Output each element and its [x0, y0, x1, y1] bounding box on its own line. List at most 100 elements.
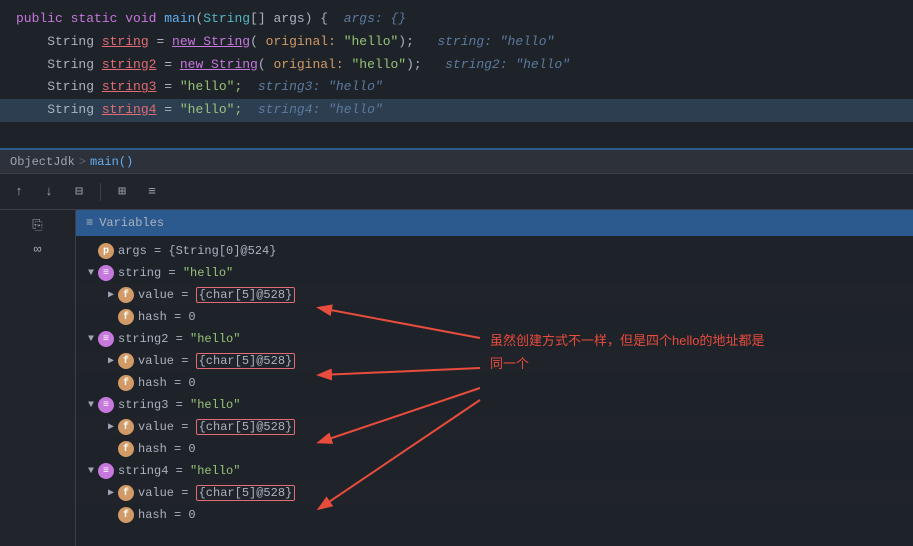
var-text-string2: string2 = "hello"	[118, 332, 240, 346]
var-icon-string4: ≡	[98, 463, 114, 479]
var-icon-string2-hash: f	[118, 375, 134, 391]
inline-comment-string3: string3: "hello"	[258, 77, 383, 98]
str-hello4: "hello";	[180, 100, 242, 121]
var-icon-string-hash: f	[118, 309, 134, 325]
var-string: string	[102, 32, 149, 53]
param-original2: original:	[273, 55, 351, 76]
var-row-string2-hash[interactable]: f hash = 0	[76, 372, 913, 394]
var-row-string-value[interactable]: ▶ f value = {char[5]@528}	[76, 284, 913, 306]
var-text-string3-value: value = {char[5]@528}	[138, 420, 295, 434]
var-row-string2-value[interactable]: ▶ f value = {char[5]@528}	[76, 350, 913, 372]
variables-header: ≡ Variables	[76, 210, 913, 236]
code-editor: public static void main ( String [] args…	[0, 0, 913, 150]
var-text-string3: string3 = "hello"	[118, 398, 240, 412]
code-space4	[242, 100, 258, 121]
toolbar-separator	[100, 183, 101, 201]
code-line-1: public static void main ( String [] args…	[0, 8, 913, 31]
var-row-string[interactable]: ▼ ≡ string = "hello"	[76, 262, 913, 284]
toolbar: ↑ ↓ ⊟ ⊞ ≡	[0, 174, 913, 210]
str-hello3: "hello";	[180, 77, 258, 98]
code-indent: String	[16, 32, 102, 53]
var-text-string4-value: value = {char[5]@528}	[138, 486, 295, 500]
variables-content[interactable]: ≡ Variables p args = {String[0]@524} ▼ ≡…	[76, 210, 913, 546]
var-icon-p: p	[98, 243, 114, 259]
var-text-string-value: value = {char[5]@528}	[138, 288, 295, 302]
type-string: String	[203, 9, 250, 30]
main-container: public static void main ( String [] args…	[0, 0, 913, 546]
var-row-string3-value[interactable]: ▶ f value = {char[5]@528}	[76, 416, 913, 438]
code-line-5: String string4 = "hello"; string4: "hell…	[0, 99, 913, 122]
param-original: original:	[266, 32, 344, 53]
var-text-string4-hash: hash = 0	[138, 508, 196, 522]
expand-arrow-string3-value[interactable]: ▶	[104, 420, 118, 434]
var-string2: string2	[102, 55, 157, 76]
keyword-static: static	[71, 9, 126, 30]
var-icon-string4-value: f	[118, 485, 134, 501]
str-hello1: "hello"	[344, 32, 399, 53]
keyword-void: void	[125, 9, 164, 30]
code-eq4: =	[156, 100, 179, 121]
code-paren2: (	[258, 55, 274, 76]
var-text-args: args = {String[0]@524}	[118, 244, 276, 258]
var-string3: string3	[102, 77, 157, 98]
code-indent2: String	[16, 55, 102, 76]
var-icon-string-value: f	[118, 287, 134, 303]
inline-comment-string: string: "hello"	[437, 32, 554, 53]
expand-arrow-string4[interactable]: ▼	[84, 464, 98, 478]
expand-arrow-string-value[interactable]: ▶	[104, 288, 118, 302]
expand-arrow-string[interactable]: ▼	[84, 266, 98, 280]
code-semi2: );	[406, 55, 445, 76]
inline-comment-string4: string4: "hello"	[258, 100, 383, 121]
var-row-string3-hash[interactable]: f hash = 0	[76, 438, 913, 460]
var-row-string4-value[interactable]: ▶ f value = {char[5]@528}	[76, 482, 913, 504]
code-indent4: String	[16, 100, 102, 121]
code-plain: (	[195, 9, 203, 30]
var-icon-string2: ≡	[98, 331, 114, 347]
var-icon-string3: ≡	[98, 397, 114, 413]
inline-comment-args: args: {}	[344, 9, 406, 30]
var-text-string3-hash: hash = 0	[138, 442, 196, 456]
var-text-string: string = "hello"	[118, 266, 233, 280]
var-row-string2[interactable]: ▼ ≡ string2 = "hello"	[76, 328, 913, 350]
var-row-string-hash[interactable]: f hash = 0	[76, 306, 913, 328]
var-text-string-hash: hash = 0	[138, 310, 196, 324]
code-indent3: String	[16, 77, 102, 98]
new-string-keyword: new String	[172, 32, 250, 53]
var-string4: string4	[102, 100, 157, 121]
inline-comment-string2: string2: "hello"	[445, 55, 570, 76]
code-semi1: );	[398, 32, 437, 53]
toolbar-btn-list[interactable]: ≡	[141, 181, 163, 203]
expand-arrow-string4-value[interactable]: ▶	[104, 486, 118, 500]
gutter-btn-copy[interactable]: ⎘	[27, 214, 49, 236]
breadcrumb-class: ObjectJdk	[10, 155, 75, 169]
code-line-3: String string2 = new String ( original: …	[0, 54, 913, 77]
code-eq3: =	[156, 77, 179, 98]
var-text-string4: string4 = "hello"	[118, 464, 240, 478]
var-text-string2-value: value = {char[5]@528}	[138, 354, 295, 368]
var-row-args[interactable]: p args = {String[0]@524}	[76, 240, 913, 262]
toolbar-btn-down[interactable]: ↓	[38, 181, 60, 203]
var-icon-string: ≡	[98, 265, 114, 281]
toolbar-btn-table[interactable]: ⊞	[111, 181, 133, 203]
code-eq2: =	[156, 55, 179, 76]
str-hello2: "hello"	[351, 55, 406, 76]
gutter-btn-loop[interactable]: ∞	[27, 238, 49, 260]
code-line-2: String string = new String ( original: "…	[0, 31, 913, 54]
method-main: main	[164, 9, 195, 30]
var-row-string4[interactable]: ▼ ≡ string4 = "hello"	[76, 460, 913, 482]
toolbar-btn-up[interactable]: ↑	[8, 181, 30, 203]
expand-arrow-string2[interactable]: ▼	[84, 332, 98, 346]
code-paren: (	[250, 32, 266, 53]
keyword-public: public	[16, 9, 71, 30]
expand-arrow-string3[interactable]: ▼	[84, 398, 98, 412]
toolbar-btn-filter[interactable]: ⊟	[68, 181, 90, 203]
variables-title: Variables	[99, 216, 164, 230]
var-row-string3[interactable]: ▼ ≡ string3 = "hello"	[76, 394, 913, 416]
breadcrumb-bar: ObjectJdk > main()	[0, 150, 913, 174]
var-icon-string2-value: f	[118, 353, 134, 369]
var-row-string4-hash[interactable]: f hash = 0	[76, 504, 913, 526]
code-line-4: String string3 = "hello"; string3: "hell…	[0, 76, 913, 99]
var-list: p args = {String[0]@524} ▼ ≡ string = "h…	[76, 236, 913, 530]
expand-arrow-string2-value[interactable]: ▶	[104, 354, 118, 368]
variables-panel: ⎘ ∞ ≡ Variables p args = {String[0]@524}…	[0, 210, 913, 546]
